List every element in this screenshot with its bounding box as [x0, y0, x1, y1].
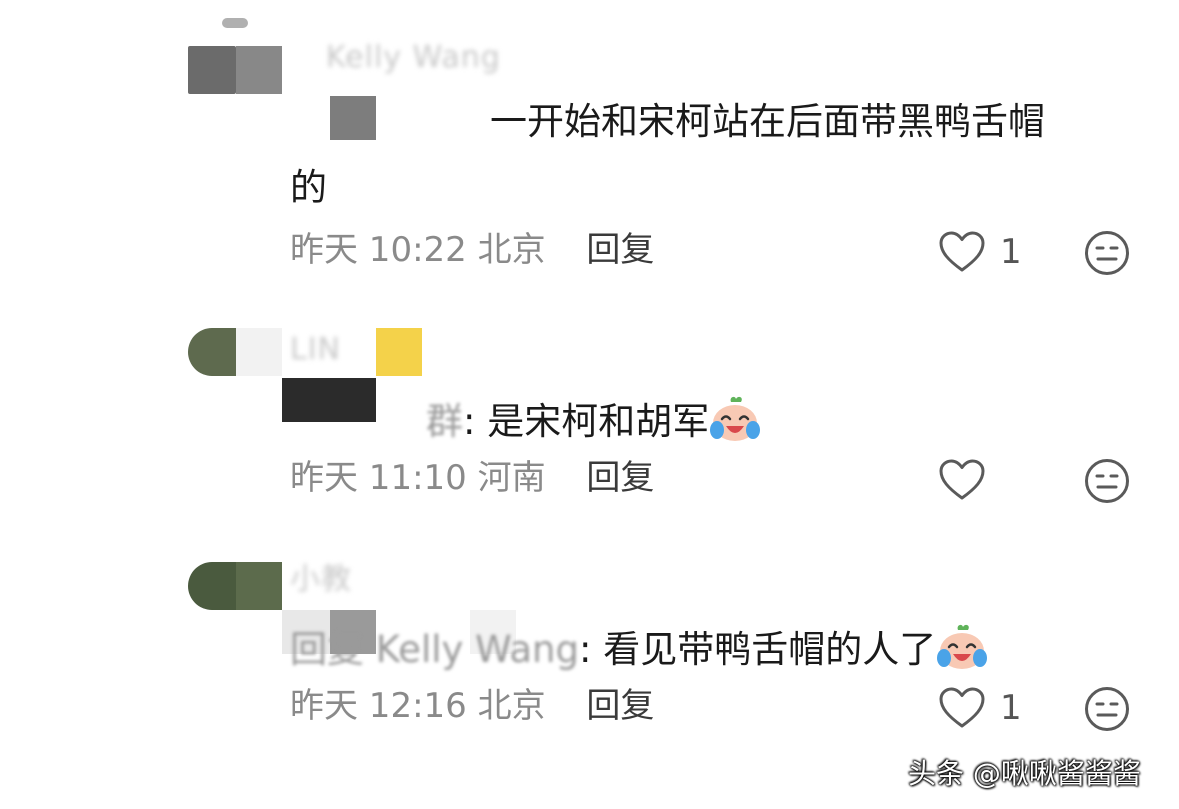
heart-outline-icon — [939, 459, 985, 500]
laughing-crying-emoji — [937, 624, 988, 669]
avatar[interactable] — [188, 328, 236, 376]
like-button[interactable]: 1 — [938, 230, 1022, 274]
laughing-crying-emoji — [710, 396, 761, 441]
comment-meta: 昨天 11:10 河南 回复 — [290, 458, 654, 498]
comment-text: 一开始和宋柯站在后面带黑鸭舌帽 — [490, 100, 1045, 144]
username[interactable]: LIN — [290, 332, 341, 367]
reply-button[interactable]: 回复 — [586, 230, 654, 270]
username[interactable]: Kelly Wang — [326, 40, 501, 75]
reply-target-blur — [282, 378, 376, 422]
avatar-blur — [236, 46, 282, 94]
comment-meta: 昨天 12:16 北京 回复 — [290, 686, 654, 726]
avatar[interactable] — [188, 46, 236, 94]
comment-list: Kelly Wang 一开始和宋柯站在后面带黑鸭舌帽 的 昨天 10:22 北京… — [0, 0, 1179, 809]
comment-text-line2: 的 — [290, 166, 327, 209]
like-count: 1 — [1000, 232, 1022, 272]
comment-text: 回复 Kelly Wang: 看见带鸭舌帽的人了 — [290, 622, 988, 672]
username[interactable]: 小教 — [290, 554, 352, 598]
neutral-face-icon[interactable] — [1084, 686, 1130, 732]
comment-location: 北京 — [477, 230, 546, 270]
avatar-blur — [236, 562, 282, 610]
comment-meta: 昨天 10:22 北京 回复 — [290, 230, 654, 270]
neutral-face-icon[interactable] — [1084, 230, 1130, 276]
heart-outline-icon — [939, 687, 985, 728]
avatar-badge — [222, 18, 248, 28]
comment-text-body: : 是宋柯和胡军 — [463, 400, 710, 443]
comment-text-body: : 看见带鸭舌帽的人了 — [579, 628, 937, 671]
reply-target-name[interactable]: 回复 Kelly Wang — [290, 628, 579, 671]
like-button[interactable] — [938, 458, 1000, 502]
username-badge — [376, 328, 422, 376]
reply-target-blur — [330, 96, 376, 140]
reply-button[interactable]: 回复 — [586, 686, 654, 726]
comment-time: 昨天 11:10 — [290, 458, 467, 498]
neutral-face-icon[interactable] — [1084, 458, 1130, 504]
avatar[interactable] — [188, 562, 236, 610]
comment-time: 昨天 12:16 — [290, 686, 467, 726]
comment-text-line1: 一开始和宋柯站在后面带黑鸭舌帽 — [490, 100, 1045, 143]
heart-outline-icon — [939, 231, 985, 272]
comment-text: 群: 是宋柯和胡军 — [426, 394, 761, 444]
like-count: 1 — [1000, 688, 1022, 728]
reply-button[interactable]: 回复 — [586, 458, 654, 498]
comment-location: 河南 — [477, 458, 546, 498]
like-button[interactable]: 1 — [938, 686, 1022, 730]
comment-time: 昨天 10:22 — [290, 230, 467, 270]
comment-text-continued: 的 — [290, 166, 327, 210]
comment-location: 北京 — [477, 686, 546, 726]
reply-target-name[interactable]: 群 — [426, 400, 463, 443]
avatar-blur — [236, 328, 282, 376]
watermark: 头条 @啾啾酱酱酱 — [908, 757, 1141, 790]
